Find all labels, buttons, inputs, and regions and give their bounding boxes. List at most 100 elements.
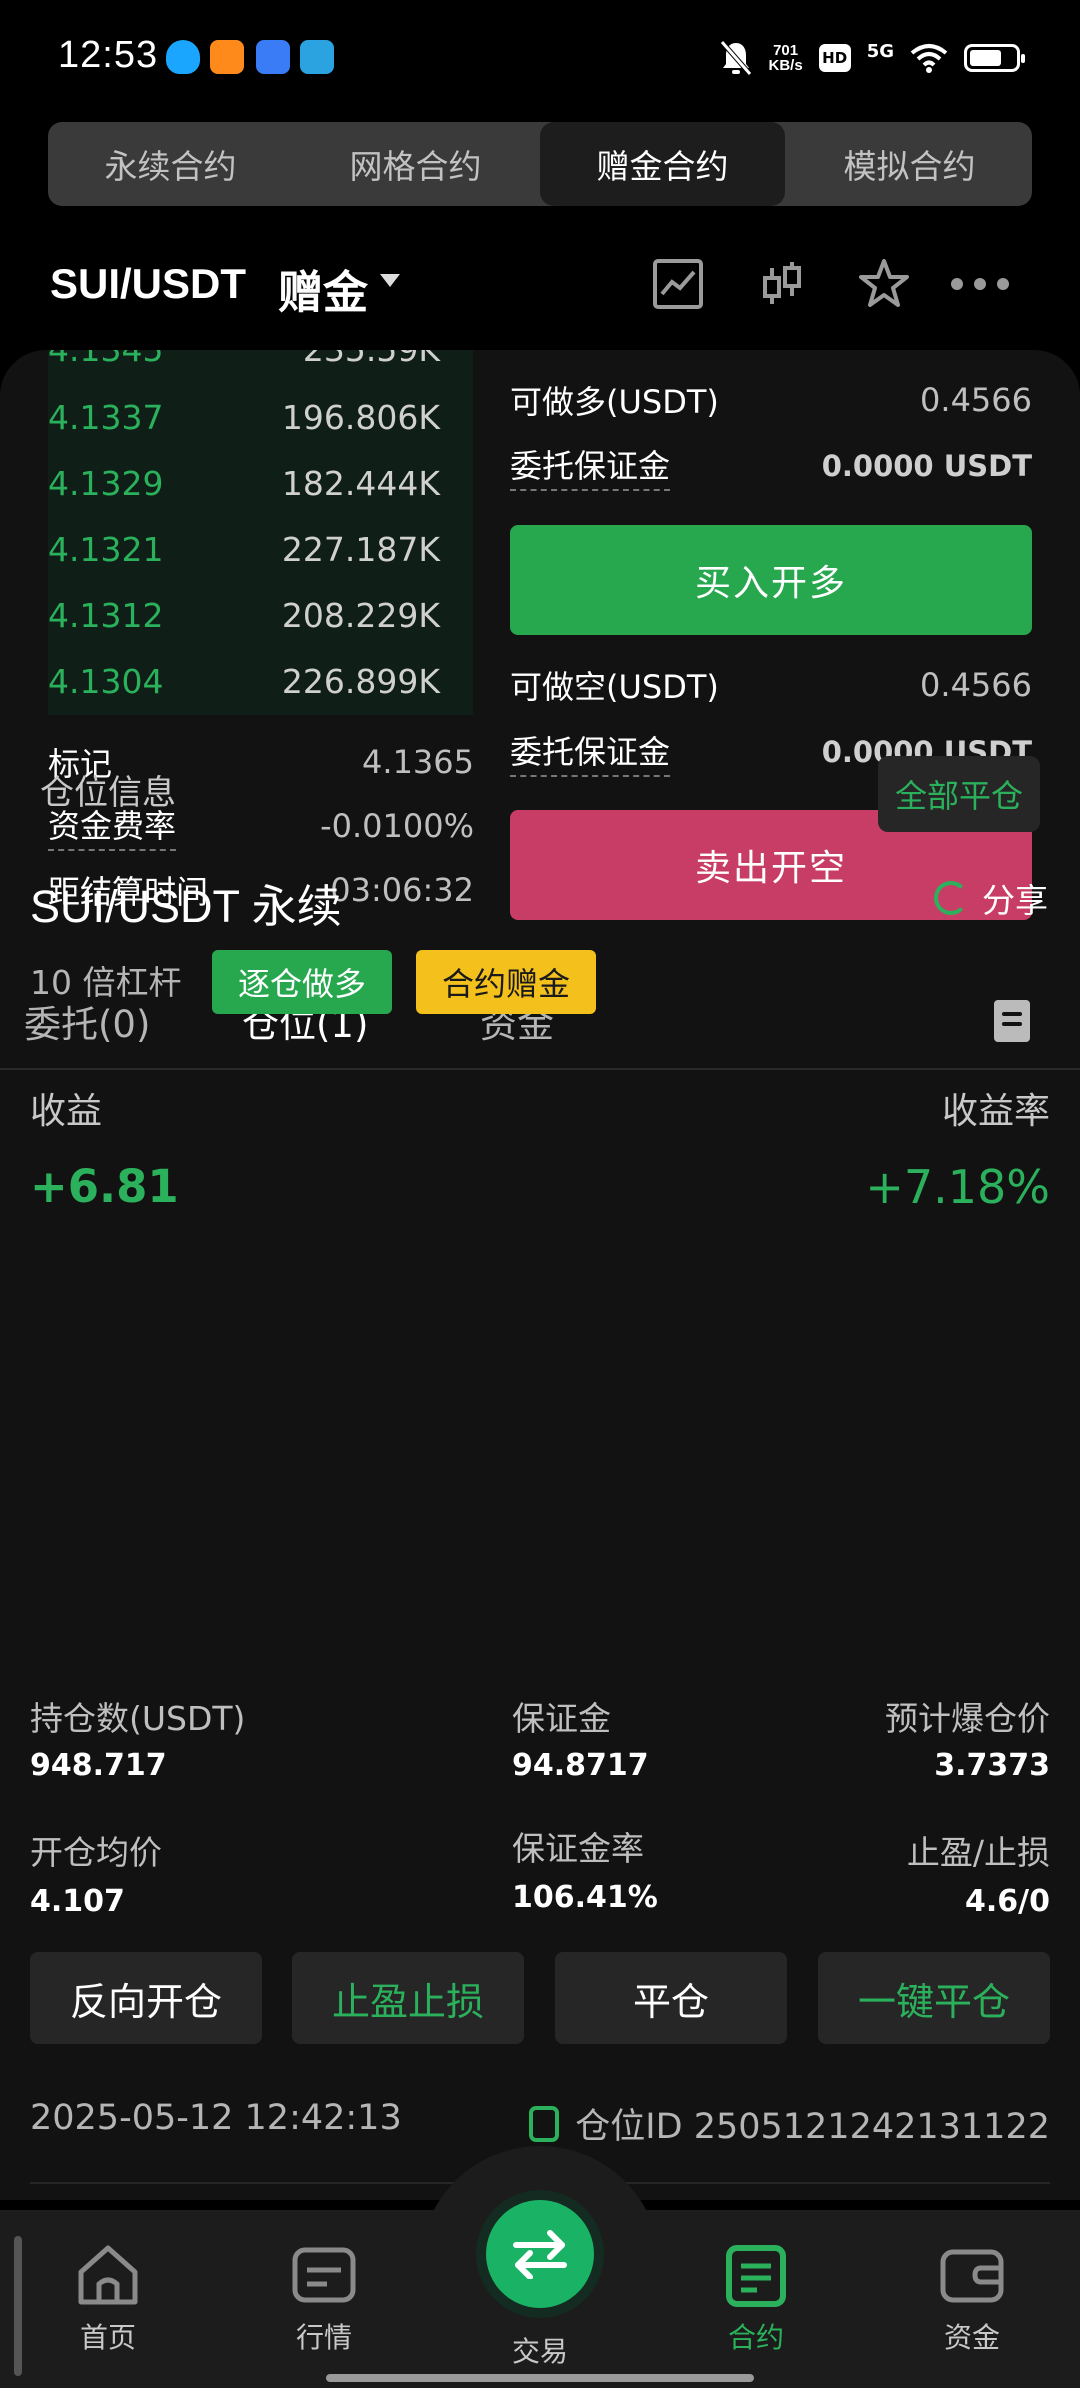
candlestick-icon[interactable] bbox=[752, 254, 812, 314]
more-icon[interactable] bbox=[948, 254, 1012, 314]
status-bar: 12:53 701 KB/s HD 5G bbox=[0, 0, 1080, 118]
liq-price-value: 3.7373 bbox=[934, 1748, 1050, 1783]
signal-icon: 5G bbox=[867, 41, 894, 76]
nav-assets-label: 资金 bbox=[943, 2321, 1000, 2354]
funding-rate-value: -0.0100% bbox=[320, 807, 474, 845]
tpsl-value: 4.6/0 bbox=[965, 1884, 1050, 1919]
buy-long-button[interactable]: 买入开多 bbox=[510, 525, 1032, 635]
margin-mode-badge: 逐仓做多 bbox=[212, 950, 392, 1014]
position-id[interactable]: 仓位ID 2505121242131122 bbox=[529, 2098, 1050, 2149]
market-icon bbox=[292, 2247, 356, 2303]
mute-bell-icon bbox=[719, 40, 752, 76]
settle-time-value: 03:06:32 bbox=[330, 871, 474, 909]
status-time: 12:53 bbox=[58, 34, 159, 76]
chevron-down-icon[interactable] bbox=[380, 274, 400, 287]
star-icon[interactable] bbox=[854, 254, 914, 314]
nav-market[interactable]: 行情 bbox=[254, 2240, 394, 2356]
long-margin-label[interactable]: 委托保证金 bbox=[510, 441, 671, 491]
book-price: 4.1312 bbox=[48, 595, 164, 635]
position-info-title: 仓位信息 bbox=[40, 773, 176, 813]
tpsl-button[interactable]: 止盈止损 bbox=[292, 1952, 524, 2044]
contract-icon bbox=[726, 2245, 786, 2307]
home-icon bbox=[78, 2245, 138, 2305]
wallet-icon bbox=[940, 2249, 1004, 2303]
copy-icon[interactable] bbox=[529, 2105, 560, 2142]
tab-perpetual[interactable]: 永续合约 bbox=[48, 122, 293, 206]
nav-assets[interactable]: 资金 bbox=[902, 2240, 1042, 2356]
pair-header: SUI/USDT 赠金 bbox=[0, 240, 1080, 330]
chart-icon[interactable] bbox=[648, 254, 708, 314]
entry-price-label: 开仓均价 bbox=[30, 1833, 162, 1872]
trade-fab-button[interactable] bbox=[486, 2200, 594, 2308]
book-qty: 182.444K bbox=[281, 463, 440, 503]
reverse-open-button[interactable]: 反向开仓 bbox=[30, 1952, 262, 2044]
share-label: 分享 bbox=[982, 881, 1048, 920]
app-root: 12:53 701 KB/s HD 5G 永续合约 网格合约 赠金合约 模拟合约… bbox=[0, 0, 1080, 2388]
video-app-icon bbox=[210, 40, 244, 74]
tpsl-label: 止盈/止损 bbox=[906, 1833, 1050, 1872]
long-margin-value: 0.0000 USDT bbox=[821, 449, 1032, 483]
net-speed-unit: KB/s bbox=[768, 57, 803, 74]
battery-icon bbox=[964, 44, 1025, 72]
browser-app-icon bbox=[256, 40, 290, 74]
share-button[interactable]: 分享 bbox=[934, 874, 1048, 922]
order-book-row[interactable]: 4.1321 227.187K bbox=[48, 516, 440, 582]
net-speed-value: 701 bbox=[773, 42, 799, 59]
side-handle bbox=[14, 2236, 22, 2376]
order-book-row[interactable]: 4.1304 226.899K bbox=[48, 648, 440, 714]
pnl-label: 收益 bbox=[30, 1091, 103, 1132]
short-available-row: 可做空(USDT) 0.4566 bbox=[510, 655, 1032, 715]
order-book-row[interactable]: 4.1337 196.806K bbox=[48, 384, 440, 450]
position-time: 2025-05-12 12:42:13 bbox=[30, 2098, 402, 2138]
telegram-icon bbox=[300, 40, 334, 74]
margin-rate-label: 保证金率 bbox=[512, 1829, 644, 1868]
one-click-close-button[interactable]: 一键平仓 bbox=[818, 1952, 1050, 2044]
qq-icon bbox=[166, 40, 200, 74]
swap-icon bbox=[513, 2230, 567, 2279]
book-qty: 226.899K bbox=[281, 661, 440, 701]
share-icon bbox=[934, 881, 968, 915]
net-speed: 701 KB/s bbox=[769, 43, 803, 73]
nav-trade-label[interactable]: 交易 bbox=[480, 2330, 600, 2370]
hd-badge: HD bbox=[818, 44, 851, 72]
book-price: 4.1345 bbox=[48, 350, 163, 369]
short-available-value: 0.4566 bbox=[920, 666, 1032, 704]
tab-bonus[interactable]: 赠金合约 bbox=[540, 122, 785, 206]
order-book-row[interactable]: 4.1329 182.444K bbox=[48, 450, 440, 516]
network-type: 5G bbox=[866, 40, 894, 62]
order-list-icon[interactable] bbox=[994, 1000, 1030, 1042]
long-available-label: 可做多(USDT) bbox=[510, 383, 719, 421]
margin-label: 保证金 bbox=[512, 1699, 611, 1738]
tab-grid[interactable]: 网格合约 bbox=[293, 122, 538, 206]
order-book-row[interactable]: 4.1345 235.59K bbox=[48, 350, 440, 382]
battery-fill bbox=[970, 50, 1001, 66]
nav-contract[interactable]: 合约 bbox=[686, 2240, 826, 2356]
book-price: 4.1337 bbox=[48, 397, 164, 437]
long-available-value: 0.4566 bbox=[920, 381, 1032, 419]
contract-type-tabs: 永续合约 网格合约 赠金合约 模拟合约 bbox=[48, 122, 1032, 206]
book-qty: 227.187K bbox=[281, 529, 440, 569]
home-indicator[interactable] bbox=[326, 2374, 754, 2382]
position-symbol[interactable]: SUI/USDT 永续 bbox=[30, 870, 342, 935]
bonus-badge: 合约赠金 bbox=[416, 950, 596, 1014]
book-qty: 208.229K bbox=[281, 595, 440, 635]
leverage-label: 10 倍杠杆 bbox=[30, 963, 182, 1002]
liq-price-label: 预计爆仓价 bbox=[885, 1699, 1050, 1738]
pnl-value: +6.81 bbox=[30, 1160, 179, 1213]
pnl-rate-value: +7.18% bbox=[865, 1160, 1050, 1214]
order-book-row[interactable]: 4.1312 208.229K bbox=[48, 582, 440, 648]
margin-rate-value: 106.41% bbox=[512, 1880, 658, 1915]
book-price: 4.1321 bbox=[48, 529, 164, 569]
tab-demo[interactable]: 模拟合约 bbox=[787, 122, 1032, 206]
close-position-button[interactable]: 平仓 bbox=[555, 1952, 787, 2044]
margin-value: 94.8717 bbox=[512, 1748, 649, 1783]
book-qty: 235.59K bbox=[303, 350, 440, 369]
main-panel: 4.1345 235.59K 4.1337 196.806K 4.1329 18… bbox=[0, 350, 1080, 2200]
position-id-text: 仓位ID 2505121242131122 bbox=[575, 2107, 1050, 2147]
close-all-button[interactable]: 全部平仓 bbox=[878, 756, 1040, 832]
nav-home[interactable]: 首页 bbox=[38, 2240, 178, 2356]
nav-contract-label: 合约 bbox=[727, 2321, 784, 2354]
pair-symbol[interactable]: SUI/USDT bbox=[50, 260, 246, 308]
short-margin-label[interactable]: 委托保证金 bbox=[510, 727, 671, 777]
pair-tag[interactable]: 赠金 bbox=[278, 256, 368, 321]
